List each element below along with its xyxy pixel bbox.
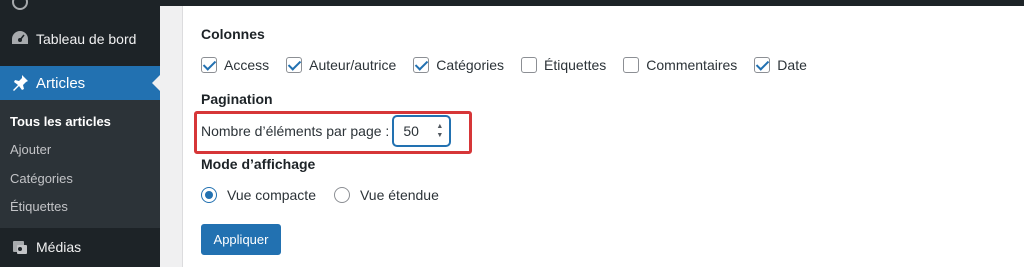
checkbox-box[interactable] <box>623 57 640 73</box>
submenu-all-articles[interactable]: Tous les articles <box>10 114 111 129</box>
radio-label: Vue étendue <box>359 187 439 203</box>
checkbox-date[interactable]: Date <box>754 57 807 73</box>
checkbox-comments[interactable]: Commentaires <box>623 57 737 73</box>
pin-icon <box>0 73 36 93</box>
spin-down-icon[interactable]: ▼ <box>436 131 443 140</box>
checkbox-categories[interactable]: Catégories <box>413 57 504 73</box>
spin-up-icon[interactable]: ▲ <box>436 122 443 131</box>
radio-extended[interactable]: Vue étendue <box>333 187 439 203</box>
pagination-row: Nombre d’éléments par page : 50 ▲ ▼ <box>201 116 451 146</box>
checkbox-label: Commentaires <box>646 57 738 73</box>
circle-icon <box>0 0 36 11</box>
submenu-tags[interactable]: Étiquettes <box>10 199 68 214</box>
checkbox-label: Catégories <box>436 57 504 73</box>
per-page-value: 50 <box>403 123 419 139</box>
checkbox-box[interactable] <box>754 57 771 73</box>
submenu-categories[interactable]: Catégories <box>10 171 73 186</box>
columns-title: Colonnes <box>201 26 265 42</box>
media-icon <box>0 237 36 257</box>
checkbox-box[interactable] <box>286 57 303 73</box>
sidebar-item-label: Articles <box>36 74 86 92</box>
radio-circle[interactable] <box>333 187 350 203</box>
checkbox-access[interactable]: Access <box>201 57 269 73</box>
radio-label: Vue compacte <box>227 187 316 203</box>
articles-submenu: Tous les articles Ajouter Catégories Éti… <box>0 100 160 228</box>
dashboard-icon <box>0 29 36 49</box>
columns-checkboxes: Access Auteur/autrice Catégories Étiquet… <box>201 57 824 73</box>
admin-sidebar: Tableau de bord Articles Tous les articl… <box>0 0 160 267</box>
radio-circle[interactable] <box>201 187 217 203</box>
submenu-add[interactable]: Ajouter <box>10 142 51 157</box>
checkbox-author[interactable]: Auteur/autrice <box>286 57 396 73</box>
checkbox-box[interactable] <box>521 57 537 73</box>
sidebar-item-dashboard[interactable]: Tableau de bord <box>0 24 160 54</box>
checkbox-tags[interactable]: Étiquettes <box>521 57 606 73</box>
pagination-title: Pagination <box>201 91 273 107</box>
sidebar-item-media[interactable]: Médias <box>0 230 160 264</box>
view-mode-title: Mode d’affichage <box>201 156 316 172</box>
apply-button[interactable]: Appliquer <box>201 224 281 255</box>
checkbox-label: Date <box>777 57 807 73</box>
checkbox-box[interactable] <box>413 57 430 73</box>
checkbox-label: Étiquettes <box>544 57 607 73</box>
spinner[interactable]: ▲ ▼ <box>436 122 443 140</box>
checkbox-label: Auteur/autrice <box>309 57 397 73</box>
checkbox-box[interactable] <box>201 57 217 73</box>
view-mode-radios: Vue compacte Vue étendue <box>201 187 457 203</box>
sidebar-item-articles[interactable]: Articles <box>0 66 160 100</box>
sidebar-item-label: Médias <box>36 239 82 255</box>
sidebar-item-cut[interactable] <box>0 0 160 14</box>
per-page-input[interactable]: 50 ▲ ▼ <box>393 116 451 146</box>
radio-compact[interactable]: Vue compacte <box>201 187 316 203</box>
checkbox-label: Access <box>224 57 270 73</box>
sidebar-item-label: Tableau de bord <box>36 31 137 47</box>
per-page-label: Nombre d’éléments par page : <box>201 123 390 139</box>
